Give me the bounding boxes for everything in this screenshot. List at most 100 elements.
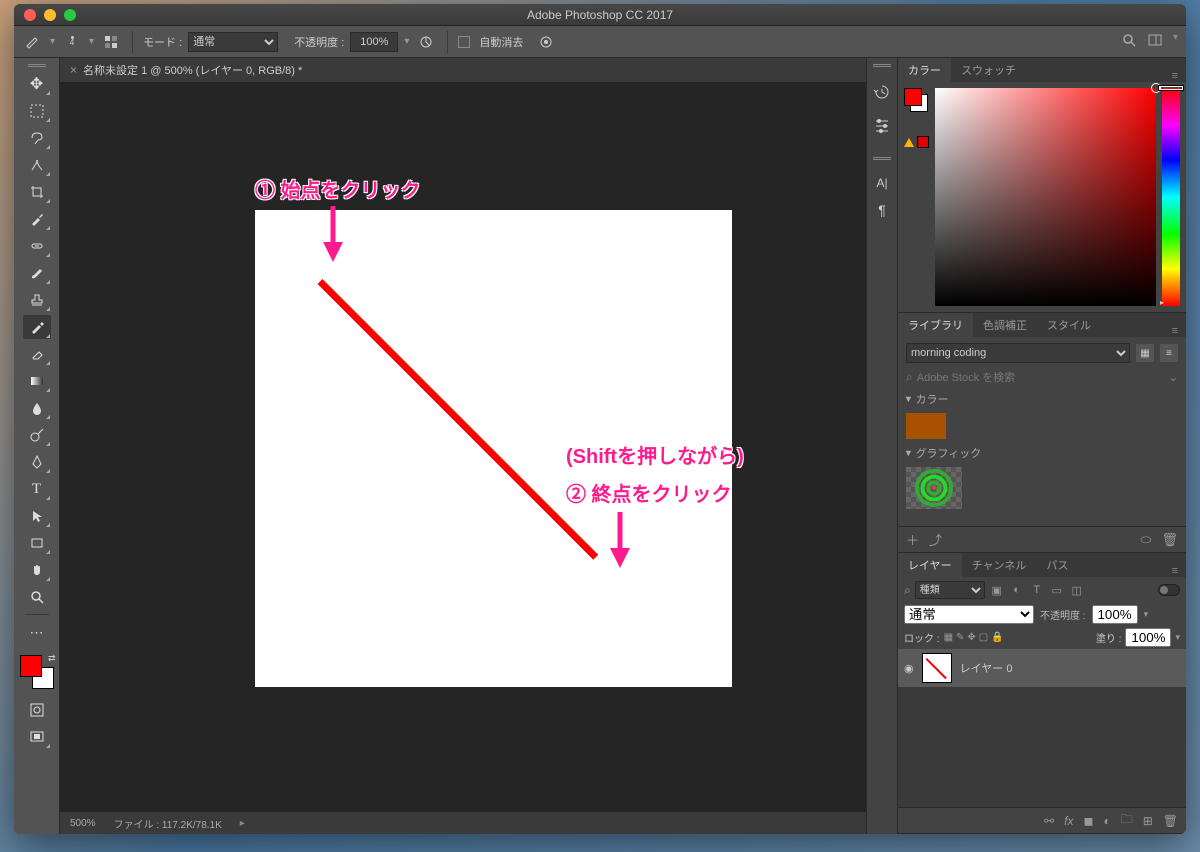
move-tool[interactable]: ✥ [23, 72, 51, 96]
layer-mask-icon[interactable]: ◼ [1083, 814, 1093, 828]
marquee-tool[interactable] [23, 99, 51, 123]
eraser-tool[interactable] [23, 342, 51, 366]
layer-thumbnail[interactable] [922, 653, 952, 683]
library-section-color[interactable]: ▸カラー [906, 391, 1178, 407]
history-panel-icon[interactable] [873, 83, 891, 104]
panel-menu-icon[interactable]: ≡ [1164, 565, 1186, 577]
tab-styles[interactable]: スタイル [1037, 313, 1101, 337]
document-tab[interactable]: × 名称未設定 1 @ 500% (レイヤー 0, RGB/8) * [60, 58, 866, 82]
lock-transparency-icon[interactable]: ▦ [944, 632, 953, 643]
workspace-icon[interactable] [1147, 32, 1163, 51]
pressure-opacity-icon[interactable] [415, 31, 437, 53]
filter-shape-icon[interactable]: ▭ [1049, 584, 1065, 597]
filter-pixel-icon[interactable]: ▣ [989, 584, 1005, 597]
quick-select-tool[interactable] [23, 153, 51, 177]
cc-cloud-icon[interactable]: ⬭ [1140, 532, 1151, 548]
filter-type-icon[interactable]: T [1029, 584, 1045, 596]
adjustment-layer-icon[interactable]: ◐ [1103, 814, 1110, 828]
hand-tool[interactable] [23, 558, 51, 582]
canvas-area[interactable]: ① 始点をクリック (Shiftを押しながら) ② 終点をクリック [60, 82, 866, 812]
edit-toolbar-icon[interactable]: ⋯ [23, 620, 51, 644]
library-color-item[interactable] [906, 413, 946, 439]
layer-blend-select[interactable]: 通常 [904, 605, 1034, 624]
new-layer-icon[interactable]: ⊞ [1143, 814, 1153, 828]
opacity-input[interactable] [350, 32, 398, 52]
tool-preset-icon[interactable] [22, 31, 44, 53]
screen-mode-icon[interactable] [23, 725, 51, 749]
tab-libraries[interactable]: ライブラリ [898, 313, 973, 337]
zoom-level[interactable]: 500% [70, 818, 96, 829]
foreground-background-colors[interactable]: ⇄ [20, 655, 54, 689]
type-tool[interactable]: T [23, 477, 51, 501]
panel-menu-icon[interactable]: ≡ [1164, 70, 1186, 82]
color-swatch[interactable] [904, 88, 928, 112]
path-select-tool[interactable] [23, 504, 51, 528]
pen-tool[interactable] [23, 450, 51, 474]
list-view-icon[interactable]: ≡ [1160, 344, 1178, 362]
shape-tool[interactable] [23, 531, 51, 555]
blend-mode-select[interactable]: 通常 [188, 32, 278, 52]
layer-fx-icon[interactable]: fx [1064, 814, 1073, 828]
library-search[interactable]: ⌕ Adobe Stock を検索 ⌄ [906, 369, 1178, 385]
layer-name[interactable]: レイヤー 0 [960, 660, 1013, 676]
eyedropper-tool[interactable] [23, 207, 51, 231]
tab-layers[interactable]: レイヤー [898, 553, 962, 577]
search-icon[interactable] [1121, 32, 1137, 51]
gamut-warning-icon[interactable] [904, 136, 929, 148]
pencil-tool[interactable] [23, 315, 51, 339]
quick-mask-icon[interactable] [23, 698, 51, 722]
lock-artboard-icon[interactable]: ▢ [979, 632, 988, 643]
layer-item[interactable]: ◉ レイヤー 0 [898, 649, 1186, 687]
filter-icon[interactable]: ⌕ [904, 583, 911, 598]
pressure-size-icon[interactable] [535, 31, 557, 53]
lock-pixels-icon[interactable]: ✎ [956, 632, 964, 643]
tab-channels[interactable]: チャンネル [962, 553, 1037, 577]
tab-swatches[interactable]: スウォッチ [951, 58, 1026, 82]
upload-icon[interactable]: ⤴ [929, 530, 942, 549]
visibility-icon[interactable]: ◉ [904, 662, 914, 675]
close-tab-icon[interactable]: × [70, 63, 77, 77]
hue-slider[interactable]: ▸ [1162, 88, 1180, 306]
layer-fill-input[interactable] [1125, 628, 1171, 647]
link-layers-icon[interactable]: ⚯ [1044, 814, 1054, 828]
trash-icon[interactable]: 🗑 [1161, 532, 1178, 548]
brush-preset-picker[interactable]: 4 [61, 31, 83, 53]
layer-opacity-input[interactable] [1092, 605, 1138, 624]
lasso-tool[interactable] [23, 126, 51, 150]
character-panel-icon[interactable]: A| [876, 176, 887, 190]
stamp-tool[interactable] [23, 288, 51, 312]
lock-position-icon[interactable]: ✥ [967, 632, 975, 643]
color-field[interactable] [935, 88, 1156, 306]
tab-paths[interactable]: パス [1036, 553, 1078, 577]
filter-adjust-icon[interactable]: ◐ [1009, 584, 1025, 596]
tab-color[interactable]: カラー [898, 58, 951, 82]
lock-all-icon[interactable]: 🔒 [991, 632, 1003, 643]
brush-panel-icon[interactable] [100, 31, 122, 53]
status-menu-icon[interactable]: ▸ [240, 818, 245, 829]
delete-layer-icon[interactable]: 🗑 [1163, 814, 1178, 828]
zoom-tool[interactable] [23, 585, 51, 609]
group-icon[interactable]: 🗀 [1121, 810, 1133, 831]
gradient-tool[interactable] [23, 369, 51, 393]
swap-colors-icon[interactable]: ⇄ [48, 653, 56, 664]
add-content-icon[interactable]: ＋ [906, 530, 919, 549]
crop-tool[interactable] [23, 180, 51, 204]
layer-filter-select[interactable]: 種類 [915, 581, 985, 599]
library-select[interactable]: morning coding [906, 343, 1130, 363]
panel-menu-icon[interactable]: ≡ [1164, 325, 1186, 337]
library-section-graphic[interactable]: ▸グラフィック [906, 445, 1178, 461]
filter-toggle[interactable] [1158, 584, 1180, 596]
grid-view-icon[interactable]: ▦ [1136, 344, 1154, 362]
brush-tool[interactable] [23, 261, 51, 285]
dodge-tool[interactable] [23, 423, 51, 447]
foreground-color[interactable] [20, 655, 42, 677]
auto-erase-checkbox[interactable] [458, 36, 470, 48]
paragraph-panel-icon[interactable]: ¶ [878, 202, 886, 218]
library-graphic-item[interactable] [906, 467, 962, 509]
filter-smart-icon[interactable]: ◫ [1069, 584, 1085, 597]
file-info[interactable]: ファイル : 117.2K/78.1K [114, 816, 222, 831]
blur-tool[interactable] [23, 396, 51, 420]
properties-panel-icon[interactable] [873, 116, 891, 137]
tab-adjustments[interactable]: 色調補正 [973, 313, 1037, 337]
healing-tool[interactable] [23, 234, 51, 258]
